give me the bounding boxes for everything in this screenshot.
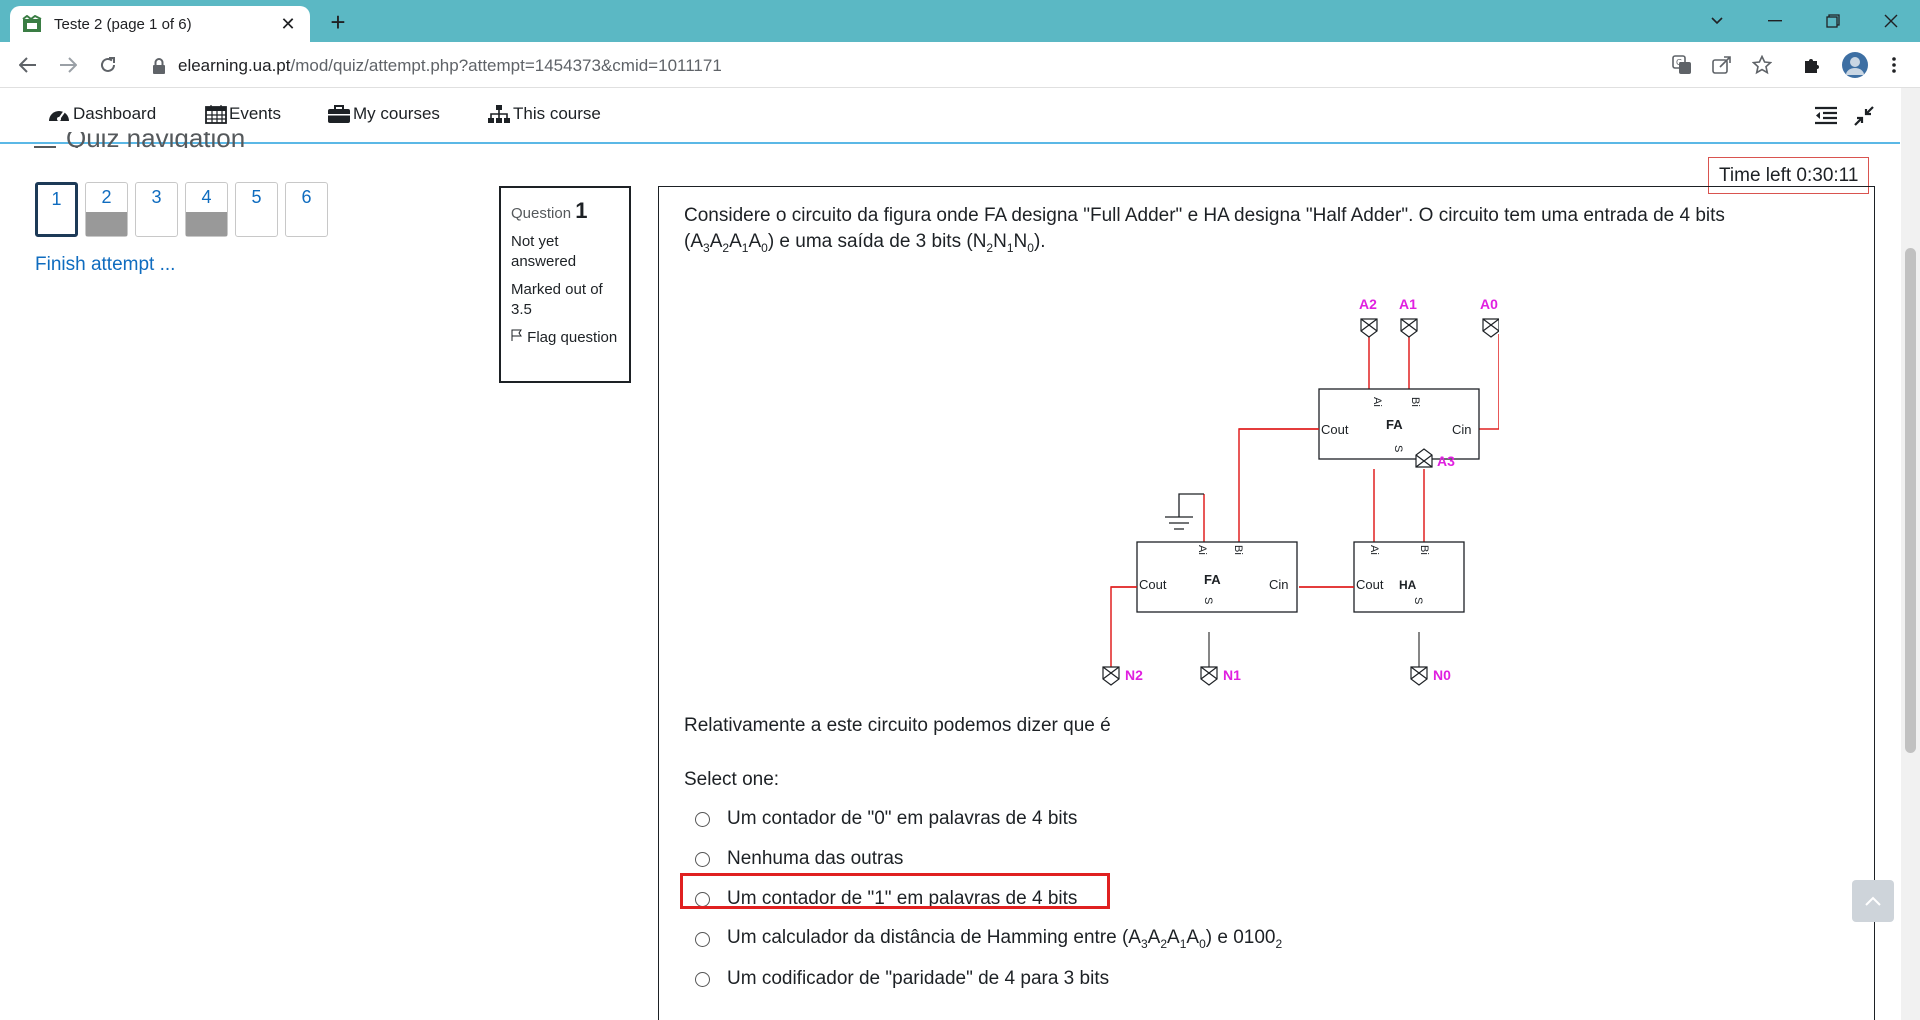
extensions-icon[interactable] — [1800, 53, 1824, 77]
reload-icon[interactable] — [94, 51, 122, 79]
fa-bottom-ai-label: Ai — [1196, 545, 1208, 555]
flag-question-button[interactable]: Flag question — [511, 328, 619, 348]
calendar-icon — [205, 105, 227, 124]
fa-bottom-cin-label: Cin — [1269, 577, 1289, 592]
input-label-a2: A2 — [1359, 296, 1377, 312]
input-label-a1: A1 — [1399, 296, 1417, 312]
answer-option-c[interactable]: Um contador de "1" em palavras de 4 bits — [695, 879, 1282, 919]
tab-title: Teste 2 (page 1 of 6) — [54, 15, 192, 33]
moodle-favicon-icon — [22, 15, 42, 32]
question-prompt: Relativamente a este circuito podemos di… — [684, 715, 1111, 736]
finish-attempt-link[interactable]: Finish attempt ... — [35, 254, 175, 276]
browser-tab[interactable]: Teste 2 (page 1 of 6) ✕ — [10, 6, 310, 42]
answer-radio-d[interactable] — [695, 931, 710, 947]
briefcase-icon — [328, 105, 350, 123]
new-tab-button[interactable]: + — [324, 8, 352, 36]
question-info-box: Question 1 Not yet answered Marked out o… — [499, 186, 631, 383]
input-label-a0: A0 — [1480, 296, 1498, 312]
fa-top-cout-label: Cout — [1321, 422, 1349, 437]
answer-option-a[interactable]: Um contador de "0" em palavras de 4 bits — [695, 799, 1282, 839]
answer-radio-c[interactable] — [695, 891, 710, 907]
nav-events[interactable]: Events — [205, 104, 281, 124]
question-number: Question 1 — [511, 198, 588, 223]
answer-radio-e[interactable] — [695, 971, 710, 987]
quiz-nav-button-1[interactable]: 1 — [35, 182, 78, 237]
quiz-nav-button-4[interactable]: 4 — [185, 182, 228, 237]
select-one-label: Select one: — [684, 769, 780, 790]
translate-icon[interactable]: G — [1670, 53, 1694, 77]
address-bar: elearning.ua.pt/mod/quiz/attempt.php?att… — [0, 42, 1920, 88]
chevron-up-icon — [1865, 896, 1881, 906]
nav-this-course[interactable]: This course — [487, 104, 601, 124]
answer-option-e[interactable]: Um codificador de "paridade" de 4 para 3… — [695, 959, 1282, 999]
quiz-nav-button-2[interactable]: 2 — [85, 182, 128, 237]
input-label-a3: A3 — [1437, 453, 1455, 469]
question-grade: Marked out of 3.5 — [511, 281, 603, 318]
hamburger-icon — [34, 132, 56, 148]
ha-ai-label: Ai — [1368, 545, 1380, 555]
back-icon[interactable] — [14, 51, 42, 79]
output-label-n1: N1 — [1223, 667, 1241, 683]
scrollbar-thumb[interactable] — [1905, 248, 1916, 753]
restore-icon[interactable] — [1810, 6, 1856, 36]
output-label-n0: N0 — [1433, 667, 1451, 683]
url-host: elearning.ua.pt — [178, 56, 291, 75]
back-to-top-button[interactable] — [1852, 880, 1894, 922]
quiz-question-buttons: 1 2 3 4 5 6 — [35, 182, 335, 237]
toggle-drawer-icon[interactable] — [1812, 102, 1840, 130]
question-text-formula: (A3A2A1A0) e uma saída de 3 bits (N2N1N0… — [684, 231, 1046, 255]
fa-top-ai-label: Ai — [1371, 397, 1383, 407]
ha-label: HA — [1399, 578, 1417, 592]
fa-bottom-label: FA — [1204, 572, 1221, 587]
answer-radio-b[interactable] — [695, 851, 710, 867]
ha-cout-label: Cout — [1356, 577, 1384, 592]
browser-menu-icon[interactable] — [1882, 53, 1906, 77]
fa-top-s-label: S — [1392, 445, 1404, 452]
ha-s-label: S — [1412, 597, 1424, 604]
quiz-nav-button-3[interactable]: 3 — [135, 182, 178, 237]
nav-dashboard[interactable]: Dashboard — [47, 104, 156, 124]
question-status: Not yet answered — [511, 233, 577, 270]
fullscreen-collapse-icon[interactable] — [1850, 102, 1878, 130]
bookmark-star-icon[interactable] — [1750, 53, 1774, 77]
ha-bi-label: Bi — [1418, 545, 1430, 555]
flag-icon — [511, 329, 522, 341]
url-path: /mod/quiz/attempt.php?attempt=1454373&cm… — [290, 56, 722, 75]
share-icon[interactable] — [1710, 53, 1734, 77]
answer-option-d[interactable]: Um calculador da distância de Hamming en… — [695, 919, 1282, 959]
fa-bottom-bi-label: Bi — [1232, 545, 1244, 555]
quiz-nav-button-6[interactable]: 6 — [285, 182, 328, 237]
answer-option-b[interactable]: Nenhuma das outras — [695, 839, 1282, 879]
quiz-navigation-title: Quiz navigation — [34, 132, 245, 148]
minimize-icon[interactable] — [1752, 6, 1798, 36]
fa-top-cin-label: Cin — [1452, 422, 1472, 437]
sitemap-icon — [488, 105, 510, 123]
tab-search-icon[interactable] — [1694, 6, 1740, 36]
fa-bottom-s-label: S — [1202, 597, 1214, 604]
answer-list: Um contador de "0" em palavras de 4 bits… — [695, 799, 1282, 999]
quiz-nav-button-5[interactable]: 5 — [235, 182, 278, 237]
fa-top-bi-label: Bi — [1409, 397, 1421, 407]
question-text: Considere o circuito da figura onde FA d… — [684, 205, 1725, 255]
profile-avatar[interactable] — [1840, 50, 1870, 80]
forward-icon[interactable] — [54, 51, 82, 79]
fa-bottom-cout-label: Cout — [1139, 577, 1167, 592]
page-scrollbar[interactable] — [1901, 88, 1920, 1020]
close-window-icon[interactable] — [1868, 6, 1914, 36]
question-content: Considere o circuito da figura onde FA d… — [658, 186, 1875, 1020]
nav-my-courses[interactable]: My courses — [327, 104, 440, 124]
answer-radio-a[interactable] — [695, 811, 710, 827]
tab-close-icon[interactable]: ✕ — [278, 14, 298, 35]
browser-tab-bar: Teste 2 (page 1 of 6) ✕ + — [0, 0, 1920, 42]
dashboard-icon — [49, 111, 69, 121]
svg-text:G: G — [1676, 58, 1682, 67]
output-label-n2: N2 — [1125, 667, 1143, 683]
url-field[interactable]: elearning.ua.pt/mod/quiz/attempt.php?att… — [136, 49, 1766, 83]
fa-top-label: FA — [1386, 417, 1403, 432]
moodle-navbar: Dashboard Events My courses This course — [0, 88, 1900, 144]
lock-icon[interactable] — [152, 58, 166, 74]
circuit-diagram: Cout FA Cin Ai Bi S Cout FA Cin Ai Bi S … — [1102, 296, 1499, 686]
